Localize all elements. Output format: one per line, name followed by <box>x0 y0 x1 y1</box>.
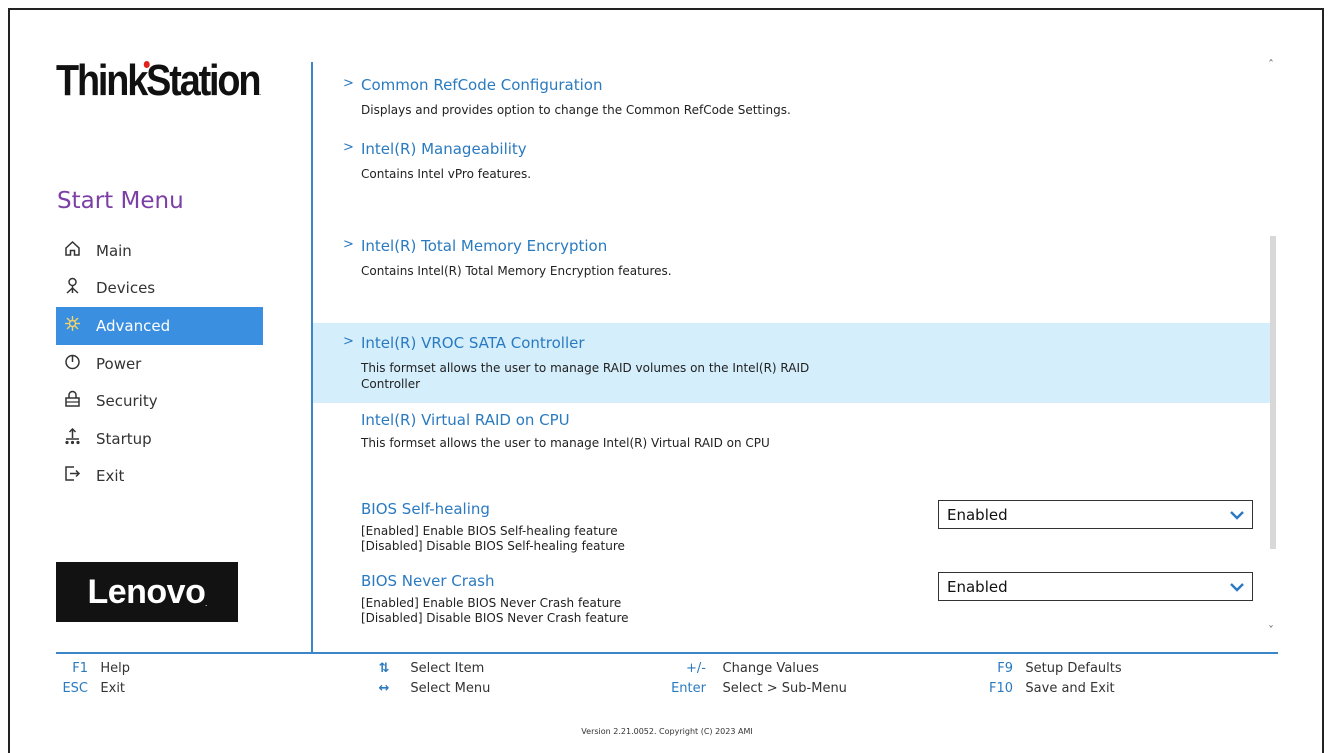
sidebar-item-power[interactable]: Power <box>56 345 263 383</box>
setting-description-line: [Disabled] Disable BIOS Self-healing fea… <box>361 539 625 553</box>
entry-description: Contains Intel vPro features. <box>361 167 532 181</box>
thinkstation-logo: ThinkStation. <box>56 56 261 105</box>
sidebar-item-startup[interactable]: Startup <box>56 420 263 458</box>
help-key: F10 <box>988 681 1013 696</box>
help-label: Save and Exit <box>1025 681 1115 696</box>
startup-icon <box>56 427 96 450</box>
chevron-right-icon: > <box>343 237 354 252</box>
version-text: Version 2.21.0052. Copyright (C) 2023 AM… <box>581 727 753 736</box>
entry-description: This formset allows the user to manage R… <box>361 361 810 391</box>
sidebar-item-advanced[interactable]: Advanced <box>56 307 263 345</box>
help-esc: ESC Exit <box>58 681 125 696</box>
chevron-down-icon <box>1230 582 1244 592</box>
sidebar-item-main[interactable]: Main <box>56 232 263 270</box>
scrollbar-thumb[interactable] <box>1270 236 1276 549</box>
help-f9: F9 Setup Defaults <box>983 661 1122 676</box>
scroll-up-arrow[interactable]: ˆ <box>1268 58 1274 72</box>
menu-entry-common-refcode[interactable]: > Common RefCode Configuration Displays a… <box>313 76 1273 118</box>
help-label: Exit <box>100 681 126 696</box>
help-label: Setup Defaults <box>1025 661 1122 676</box>
footer-divider <box>56 652 1278 654</box>
lenovo-logo-text: Lenovo <box>87 572 206 611</box>
entry-title: Intel(R) Virtual RAID on CPU <box>361 411 570 429</box>
entry-description: Displays and provides option to change t… <box>361 103 791 117</box>
help-change-values: +/- Change Values <box>664 661 819 676</box>
chevron-down-icon <box>1230 510 1244 520</box>
entry-title: Intel(R) Total Memory Encryption <box>361 237 608 255</box>
sidebar-item-security[interactable]: Security <box>56 382 263 420</box>
exit-icon <box>56 465 96 487</box>
sidebar-item-label: Startup <box>96 429 152 448</box>
entry-title: Intel(R) Manageability <box>361 140 527 158</box>
entry-description: Contains Intel(R) Total Memory Encryptio… <box>361 264 672 278</box>
help-select-menu: ↔ Select Menu <box>370 681 491 696</box>
help-key: +/- <box>686 661 706 676</box>
help-label: Select > Sub-Menu <box>722 681 847 696</box>
left-right-arrows-icon: ↔ <box>378 681 390 696</box>
lock-icon <box>56 390 96 412</box>
chevron-right-icon: > <box>343 334 354 349</box>
help-select-item: ⇅ Select Item <box>370 661 485 676</box>
menu-entry-intel-manageability[interactable]: > Intel(R) Manageability Contains Intel v… <box>313 140 1273 182</box>
help-key: ESC <box>62 681 88 696</box>
help-key: Enter <box>671 681 706 696</box>
sidebar-item-label: Main <box>96 241 132 260</box>
advanced-icon <box>56 315 96 337</box>
sidebar-nav: Main Devices Advanced Power Security Sta… <box>56 232 263 495</box>
logo-red-dot <box>143 61 150 68</box>
sidebar-item-label: Advanced <box>96 316 171 335</box>
lenovo-logo: Lenovo. <box>56 562 238 622</box>
up-down-arrows-icon: ⇅ <box>378 661 390 676</box>
menu-entry-vroc-sata-controller[interactable]: > Intel(R) VROC SATA Controller This form… <box>313 323 1273 403</box>
entry-title: Intel(R) VROC SATA Controller <box>361 334 585 352</box>
sidebar-item-label: Devices <box>96 279 156 298</box>
help-enter: Enter Select > Sub-Menu <box>664 681 847 696</box>
sidebar-item-label: Security <box>96 392 158 411</box>
devices-icon <box>56 277 96 299</box>
power-icon <box>56 353 96 375</box>
thinkstation-logo-text: ThinkStation <box>56 56 261 105</box>
menu-entry-virtual-raid-on-cpu[interactable]: Intel(R) Virtual RAID on CPU This formse… <box>313 411 1273 451</box>
sidebar-item-exit[interactable]: Exit <box>56 458 263 496</box>
help-key: F9 <box>997 661 1013 676</box>
help-f1: F1 Help <box>58 661 130 676</box>
bios-self-healing-dropdown[interactable]: Enabled <box>938 500 1253 529</box>
entry-title: Common RefCode Configuration <box>361 76 603 94</box>
dropdown-value: Enabled <box>947 577 1008 596</box>
chevron-right-icon: > <box>343 76 354 91</box>
help-label: Change Values <box>722 661 819 676</box>
help-label: Select Item <box>410 661 485 676</box>
sidebar-item-devices[interactable]: Devices <box>56 270 263 308</box>
sidebar-heading: Start Menu <box>57 188 184 214</box>
entry-description: This formset allows the user to manage I… <box>361 436 770 450</box>
help-label: Select Menu <box>410 681 491 696</box>
menu-entry-total-memory-encryption[interactable]: > Intel(R) Total Memory Encryption Contai… <box>313 237 1273 279</box>
scroll-down-arrow[interactable]: ˇ <box>1268 624 1274 638</box>
dropdown-value: Enabled <box>947 505 1008 524</box>
help-label: Help <box>100 661 131 676</box>
help-key: F1 <box>72 661 88 676</box>
bios-never-crash-dropdown[interactable]: Enabled <box>938 572 1253 601</box>
home-icon <box>56 240 96 262</box>
chevron-right-icon: > <box>343 140 354 155</box>
sidebar-item-label: Power <box>96 354 142 373</box>
help-f10: F10 Save and Exit <box>983 681 1115 696</box>
sidebar-item-label: Exit <box>96 467 125 486</box>
main-content: > Common RefCode Configuration Displays a… <box>313 62 1273 652</box>
setting-description-line: [Disabled] Disable BIOS Never Crash feat… <box>361 611 629 625</box>
